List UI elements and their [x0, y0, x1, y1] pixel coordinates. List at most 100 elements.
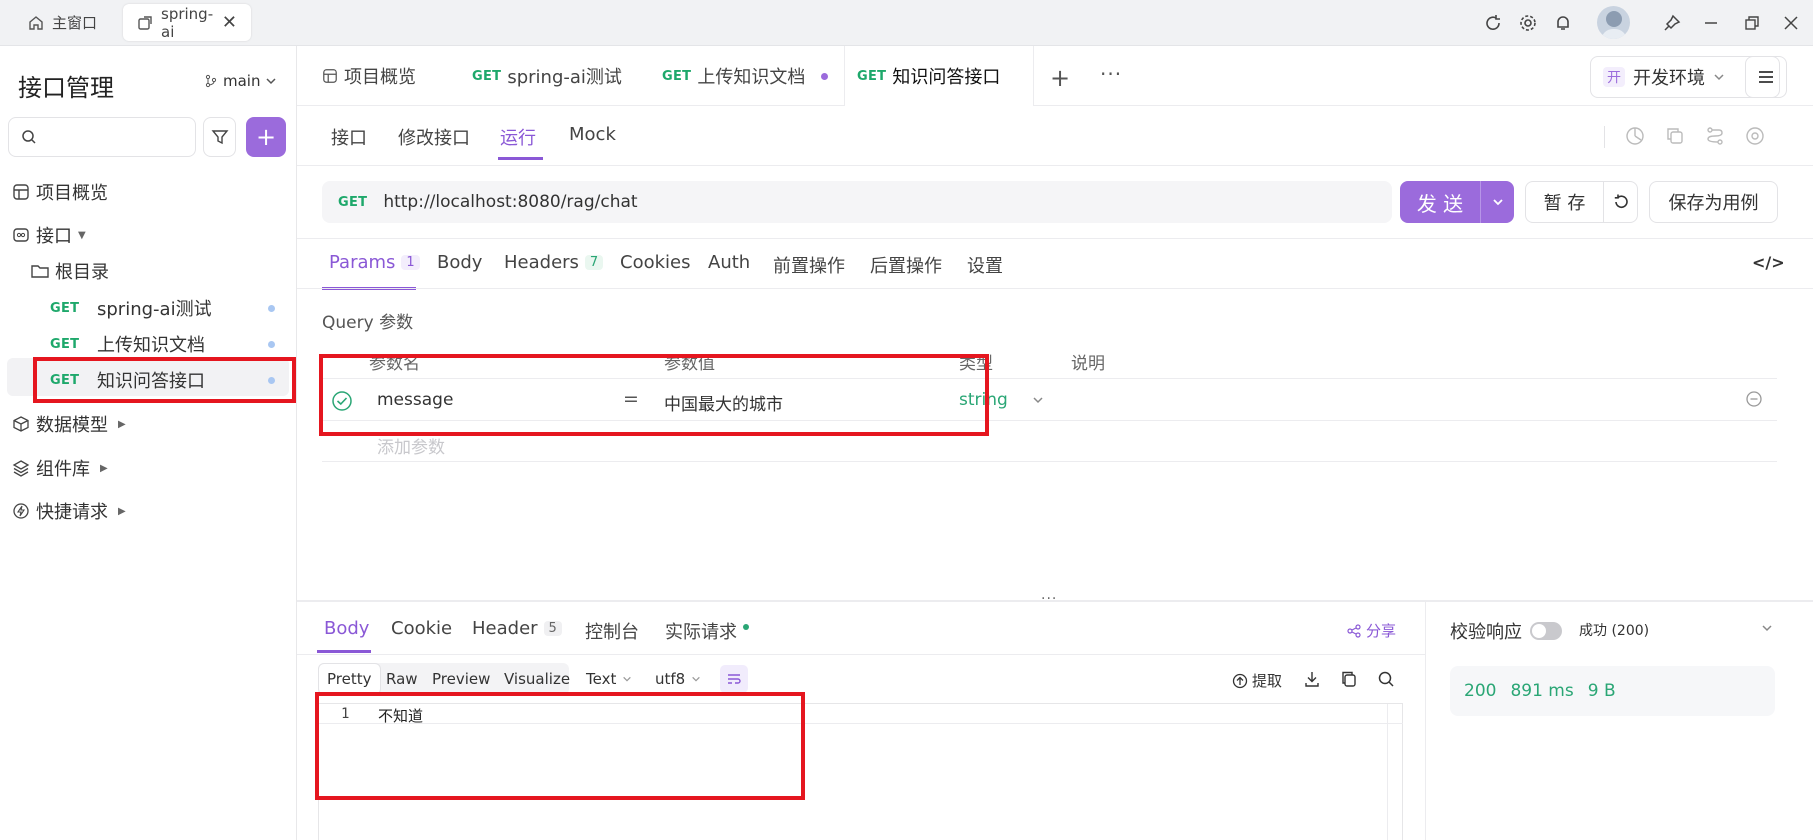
window-tab-project[interactable]: spring-ai ✕ [123, 4, 251, 41]
validate-toggle[interactable] [1530, 622, 1562, 640]
tree-root-folder[interactable]: 根目录 [30, 258, 109, 284]
chevron-down-icon[interactable] [1481, 196, 1514, 208]
close-window-icon[interactable] [1777, 9, 1805, 37]
layers-icon [12, 459, 30, 477]
method-badge: GET [50, 300, 80, 316]
bell-icon[interactable] [1549, 9, 1577, 37]
search-input[interactable] [8, 117, 196, 157]
tab-pre-ops[interactable]: 前置操作 [773, 252, 845, 278]
subtab-edit[interactable]: 修改接口 [398, 124, 470, 150]
chevron-down-icon [692, 676, 700, 682]
lightning-icon [12, 502, 30, 520]
add-param-input[interactable]: 添加参数 [377, 433, 445, 458]
chevron-down-icon [623, 676, 632, 682]
window-tab-home[interactable]: 主窗口 [14, 4, 111, 41]
layout-icon [12, 183, 30, 201]
pin-icon[interactable] [1658, 9, 1686, 37]
validate-label: 校验响应 [1450, 622, 1522, 643]
branch-icon [204, 74, 218, 88]
copy-icon[interactable] [1665, 126, 1685, 146]
format-visualize[interactable]: Visualize [496, 663, 578, 695]
cube-icon [12, 415, 30, 433]
drag-handle-icon[interactable]: ··· [1041, 591, 1057, 607]
response-tab-actual-request[interactable]: 实际请求 [665, 618, 749, 644]
tab-cookies[interactable]: Cookies [620, 252, 690, 273]
sidebar-item-overview[interactable]: 项目概览 [12, 179, 108, 205]
subtab-run[interactable]: 运行 [500, 124, 536, 150]
send-button[interactable]: 发 送 [1400, 181, 1514, 223]
tab-settings[interactable]: 设置 [967, 252, 1003, 278]
chart-icon[interactable] [1625, 126, 1645, 146]
format-preview[interactable]: Preview [424, 663, 498, 695]
more-icon[interactable]: ··· [1100, 62, 1122, 86]
tab-params[interactable]: Params 1 [329, 252, 420, 273]
response-tab-console[interactable]: 控制台 [585, 618, 639, 644]
save-temp-button[interactable]: 暂 存 [1525, 181, 1604, 223]
tab-body[interactable]: Body [437, 252, 482, 273]
response-tab-body[interactable]: Body [324, 618, 369, 639]
chevron-down-icon[interactable] [1761, 622, 1773, 634]
gear-icon[interactable] [1514, 9, 1542, 37]
tab-endpoint-active[interactable]: GET 知识问答接口 [844, 46, 1034, 106]
folder-icon [30, 262, 50, 280]
tab-headers[interactable]: Headers 7 [504, 252, 604, 273]
response-tab-cookie[interactable]: Cookie [391, 618, 452, 639]
extract-button[interactable]: 提取 [1232, 670, 1282, 691]
response-tab-indicator [317, 650, 371, 653]
tab-endpoint[interactable]: GET 上传知识文档 [650, 46, 840, 106]
avatar[interactable] [1597, 6, 1630, 39]
url-input[interactable]: http://localhost:8080/rag/chat [383, 192, 637, 212]
reset-button[interactable] [1603, 181, 1638, 223]
sidebar-title: 接口管理 [18, 74, 114, 102]
add-button[interactable]: + [246, 117, 286, 157]
scrollbar-track[interactable] [1387, 704, 1388, 840]
search-icon[interactable] [1377, 670, 1395, 688]
search-field[interactable] [45, 128, 185, 146]
sidebar-item-data-models[interactable]: 数据模型 ▶ [12, 411, 126, 437]
tab-overview[interactable]: 项目概览 [310, 46, 428, 106]
wrap-toggle[interactable] [720, 665, 748, 693]
tab-auth[interactable]: Auth [708, 252, 750, 273]
count-badge: 7 [584, 255, 604, 270]
copy-icon[interactable] [1340, 670, 1358, 688]
minimize-icon[interactable] [1697, 9, 1725, 37]
filter-icon [211, 128, 229, 146]
env-badge: 开 [1603, 67, 1625, 87]
sidebar-item-components[interactable]: 组件库 ▶ [12, 455, 108, 481]
method-select[interactable]: GET [338, 195, 367, 210]
layout-icon [322, 68, 338, 84]
remove-icon[interactable] [1745, 390, 1763, 408]
sidebar-item-apis[interactable]: 接口 ▼ [12, 222, 86, 248]
refresh-icon[interactable] [1479, 9, 1507, 37]
menu-button[interactable] [1745, 56, 1787, 98]
format-raw[interactable]: Raw [378, 663, 426, 695]
validate-response[interactable]: 校验响应 [1450, 618, 1562, 644]
close-icon[interactable]: ✕ [222, 12, 237, 33]
window-tab-label: spring-ai [161, 4, 214, 41]
settings-icon[interactable] [1745, 126, 1765, 146]
tab-endpoint[interactable]: GET spring-ai测试 [460, 46, 634, 106]
tree-endpoint[interactable]: GET spring-ai测试 [50, 295, 275, 321]
tab-post-ops[interactable]: 后置操作 [870, 252, 942, 278]
sidebar-item-label: 数据模型 [36, 415, 108, 436]
url-bar[interactable]: GET http://localhost:8080/rag/chat [322, 181, 1392, 223]
response-tab-header[interactable]: Header 5 [472, 618, 562, 639]
subtab-api[interactable]: 接口 [331, 124, 367, 150]
code-icon[interactable]: </> [1752, 253, 1785, 272]
tab-label: 知识问答接口 [892, 67, 1001, 88]
subtab-mock[interactable]: Mock [569, 124, 616, 145]
filter-button[interactable] [203, 117, 236, 157]
sidebar-item-quick-requests[interactable]: 快捷请求 ▶ [12, 498, 126, 524]
add-tab-button[interactable]: + [1050, 64, 1070, 92]
download-icon[interactable] [1303, 670, 1321, 688]
route-icon[interactable] [1705, 126, 1725, 146]
save-as-case-button[interactable]: 保存为用例 [1649, 181, 1778, 223]
share-button[interactable]: 分享 [1347, 620, 1396, 641]
encoding-select[interactable]: utf8 [647, 663, 709, 695]
tree-item-label: 根目录 [55, 262, 109, 283]
tree-endpoint[interactable]: GET 上传知识文档 [50, 331, 275, 357]
content-type-select[interactable]: Text [578, 663, 640, 695]
format-pretty[interactable]: Pretty [318, 663, 381, 695]
restore-icon[interactable] [1738, 9, 1766, 37]
branch-selector[interactable]: main [204, 72, 277, 90]
